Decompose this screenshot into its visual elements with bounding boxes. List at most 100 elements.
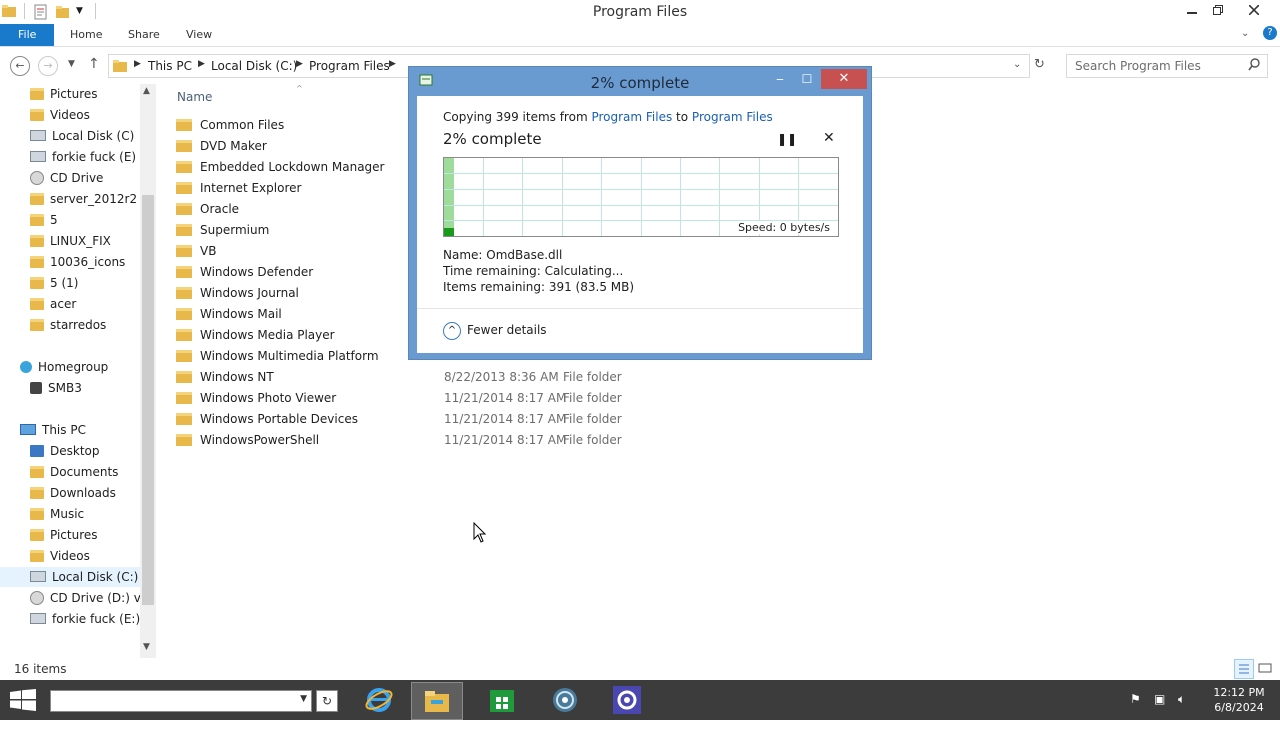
nav-item[interactable]: Pictures [30, 84, 98, 104]
address-history-icon[interactable]: ⌄ [1013, 59, 1021, 70]
nav-item[interactable]: SMB3 [30, 378, 82, 398]
nav-item[interactable]: 5 [30, 210, 58, 230]
scroll-down-icon[interactable]: ▼ [143, 642, 150, 652]
nav-item[interactable]: 10036_icons [30, 252, 125, 272]
nav-item-selected[interactable]: Local Disk (C:) [0, 567, 140, 587]
table-row[interactable]: WindowsPowerShell 11/21/2014 8:17 AM File … [176, 430, 622, 450]
dialog-minimize-button[interactable]: ‒ [769, 69, 791, 89]
forward-button[interactable]: → [38, 56, 58, 76]
pause-button[interactable]: ❚❚ [777, 132, 797, 146]
dialog-maximize-button[interactable]: ☐ [796, 69, 818, 89]
nav-item[interactable]: Pictures [30, 525, 98, 545]
chevron-right-icon[interactable]: ▶ [198, 59, 205, 69]
nav-item[interactable]: CD Drive (D:) virt [30, 588, 154, 608]
nav-item[interactable]: Music [30, 504, 84, 524]
search-icon[interactable] [1248, 58, 1261, 74]
minimize-button[interactable] [1178, 2, 1206, 20]
nav-item[interactable]: Videos [30, 105, 90, 125]
taskbar-app-network[interactable] [540, 682, 590, 718]
scroll-up-icon[interactable]: ▲ [143, 86, 150, 96]
breadcrumb-this-pc[interactable]: This PC [148, 59, 192, 73]
action-center-flag-icon[interactable]: ⚑ [1130, 692, 1141, 706]
large-icons-view-button[interactable] [1257, 660, 1275, 678]
table-row[interactable]: Common Files [176, 115, 284, 135]
help-icon[interactable]: ? [1263, 26, 1277, 40]
tab-share[interactable]: Share [118, 24, 170, 46]
restore-button[interactable] [1204, 2, 1232, 20]
nav-item[interactable]: forkie fuck (E) [30, 147, 136, 167]
nav-item[interactable]: Videos [30, 546, 90, 566]
breadcrumb-program-files[interactable]: Program Files [309, 59, 390, 73]
start-button[interactable] [10, 689, 36, 711]
destination-link[interactable]: Program Files [692, 110, 773, 124]
date-modified: 11/21/2014 8:17 AM [444, 433, 567, 447]
table-row[interactable]: Windows Mail [176, 304, 282, 324]
folder-icon [176, 328, 192, 341]
nav-item[interactable]: Local Disk (C) [30, 126, 134, 146]
dialog-close-button[interactable]: ✕ [821, 69, 867, 89]
system-clock[interactable]: 12:12 PM 6/8/2024 [1206, 685, 1272, 715]
sort-ascending-icon: ^ [296, 84, 303, 93]
nav-item[interactable]: acer [30, 294, 76, 314]
table-row[interactable]: Windows Journal [176, 283, 299, 303]
table-row[interactable]: Embedded Lockdown Manager [176, 157, 384, 177]
homegroup-icon [20, 360, 32, 373]
tab-view[interactable]: View [176, 24, 222, 46]
table-row[interactable]: Windows Photo Viewer 11/21/2014 8:17 AM Fi… [176, 388, 622, 408]
network-status-icon[interactable]: ▣ [1154, 692, 1165, 706]
table-row[interactable]: Windows Defender [176, 262, 313, 282]
chevron-right-icon[interactable]: ▶ [134, 59, 141, 69]
taskbar-app-file-explorer[interactable] [411, 682, 463, 720]
nav-item[interactable]: starredos [30, 315, 106, 335]
file-name: Embedded Lockdown Manager [200, 160, 385, 174]
table-row[interactable]: Oracle [176, 199, 239, 219]
toolbar-refresh-button[interactable]: ↻ [316, 690, 338, 712]
table-row[interactable]: VB [176, 241, 216, 261]
table-row[interactable]: Internet Explorer [176, 178, 301, 198]
tab-home[interactable]: Home [60, 24, 112, 46]
folder-icon [30, 276, 44, 289]
back-button[interactable]: ← [10, 56, 30, 76]
refresh-icon[interactable]: ↻ [1034, 57, 1045, 72]
cancel-button[interactable]: ✕ [823, 130, 835, 146]
taskbar-app-store[interactable] [477, 682, 527, 718]
close-button[interactable] [1240, 2, 1268, 20]
address-toolbar-input[interactable]: ▼ [50, 690, 312, 712]
recent-locations-icon[interactable]: ▼ [68, 59, 75, 69]
volume-icon[interactable]: 🔈︎ [1178, 692, 1185, 707]
settings-icon [613, 686, 641, 714]
source-link[interactable]: Program Files [591, 110, 672, 124]
nav-item[interactable]: Downloads [30, 483, 116, 503]
dropdown-arrow-icon[interactable]: ▼ [300, 694, 307, 704]
table-row[interactable]: Windows Media Player [176, 325, 335, 345]
details-view-button[interactable] [1234, 659, 1254, 679]
search-field[interactable]: Search Program Files [1066, 54, 1268, 78]
taskbar-app-settings[interactable] [602, 682, 652, 718]
nav-item-homegroup[interactable]: Homegroup [20, 357, 108, 377]
table-row[interactable]: DVD Maker [176, 136, 267, 156]
table-row[interactable]: Windows Multimedia Platform [176, 346, 379, 366]
expand-ribbon-icon[interactable]: ⌄ [1241, 28, 1249, 39]
column-header-name[interactable]: Name [177, 90, 212, 104]
nav-item[interactable]: LINUX_FIX [30, 231, 111, 251]
nav-item[interactable]: CD Drive [30, 168, 103, 188]
taskbar-app-internet-explorer[interactable] [354, 682, 404, 718]
nav-item-this-pc[interactable]: This PC [20, 420, 86, 440]
chevron-right-icon[interactable]: ▶ [296, 59, 303, 69]
restore-icon [1213, 5, 1223, 15]
table-row[interactable]: Supermium [176, 220, 269, 240]
table-row[interactable]: Windows Portable Devices 11/21/2014 8:17 … [176, 409, 622, 429]
breadcrumb-local-disk[interactable]: Local Disk (C:) [211, 59, 297, 73]
nav-item[interactable]: Documents [30, 462, 118, 482]
chevron-right-icon[interactable]: ▶ [389, 59, 396, 69]
up-arrow-icon[interactable]: ↑ [88, 56, 100, 72]
table-row[interactable]: Windows NT 8/22/2013 8:36 AM File folder [176, 367, 622, 387]
nav-item[interactable]: Desktop [30, 441, 100, 461]
nav-item[interactable]: server_2012r2 [30, 189, 137, 209]
fewer-details-button[interactable]: Fewer details [467, 323, 547, 337]
nav-scroll-thumb[interactable] [142, 195, 154, 605]
nav-item[interactable]: 5 (1) [30, 273, 78, 293]
nav-item[interactable]: forkie fuck (E:) [30, 609, 140, 629]
tab-file[interactable]: File [0, 24, 55, 46]
chevron-up-icon[interactable]: ^ [443, 322, 461, 340]
